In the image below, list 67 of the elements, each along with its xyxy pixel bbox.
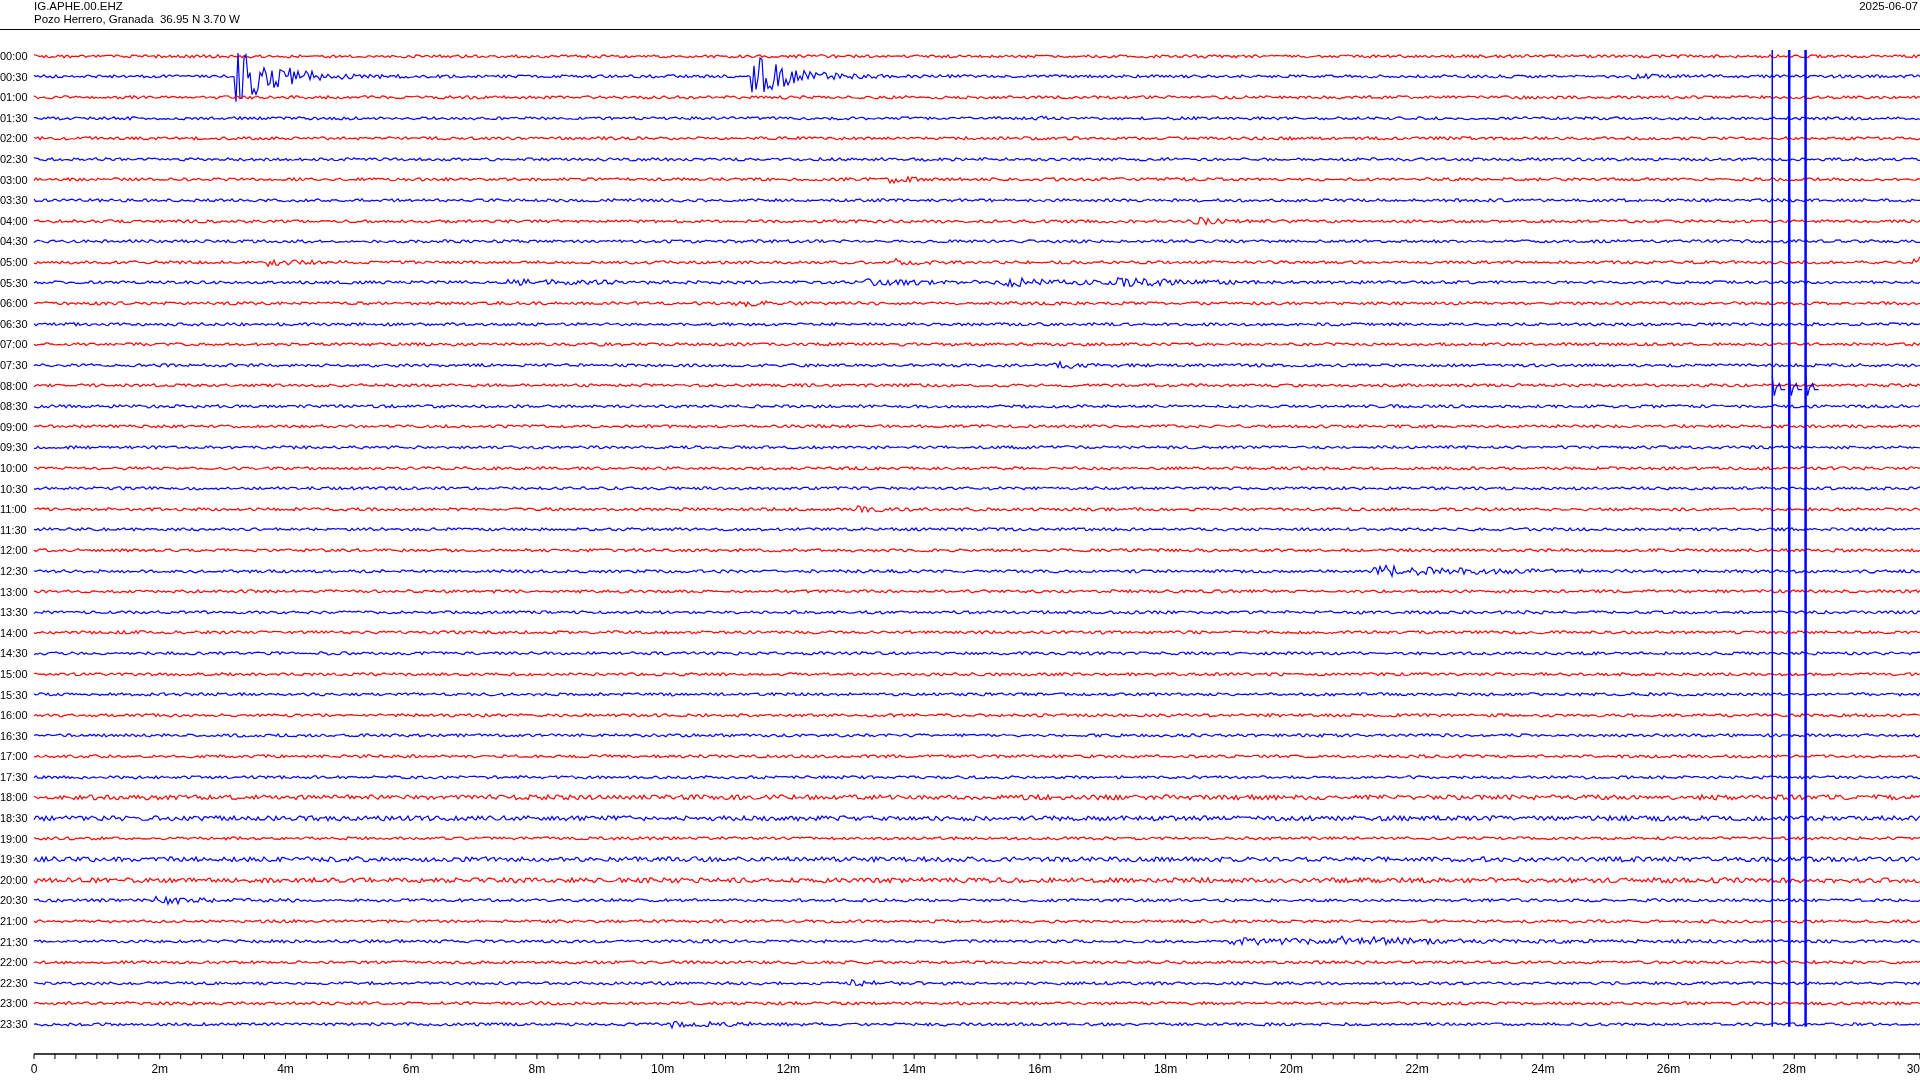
time-label: 02:30 (0, 153, 29, 166)
time-label: 12:00 (0, 544, 29, 557)
time-label: 00:30 (0, 70, 29, 83)
time-label: 20:30 (0, 894, 29, 907)
time-label: 23:30 (0, 1018, 29, 1030)
time-label: 04:30 (0, 235, 29, 248)
time-label: 16:30 (0, 729, 29, 742)
time-label: 09:30 (0, 441, 29, 454)
axis-tick-label: 26m (1656, 1062, 1681, 1077)
time-label: 10:00 (0, 461, 29, 474)
time-label: 03:00 (0, 173, 29, 186)
time-label: 18:30 (0, 812, 29, 825)
time-label: 16:00 (0, 709, 29, 722)
time-label: 19:30 (0, 853, 29, 866)
axis-tick-label: 28m (1782, 1062, 1806, 1077)
time-label: 13:00 (0, 585, 29, 598)
time-label: 18:00 (0, 791, 29, 804)
time-label: 02:00 (0, 132, 29, 145)
time-label: 01:00 (0, 91, 29, 104)
time-label: 04:00 (0, 214, 29, 227)
station-code: IG.APHE.00.EHZ (34, 0, 124, 13)
time-label: 17:00 (0, 750, 29, 763)
time-label: 07:30 (0, 359, 29, 371)
axis-tick-label: 2m (151, 1062, 169, 1077)
axis-tick-label: 24m (1531, 1062, 1555, 1077)
time-label: 12:30 (0, 564, 29, 577)
time-label: 00:00 (0, 50, 29, 63)
axis-tick-label: 4m (277, 1062, 294, 1077)
time-label: 09:00 (0, 420, 29, 433)
time-label: 14:30 (0, 647, 29, 660)
time-label: 20:00 (0, 873, 29, 886)
time-label: 14:00 (0, 626, 29, 639)
time-label: 15:30 (0, 688, 29, 701)
time-label: 21:30 (0, 935, 29, 948)
axis-tick-label: 22m (1405, 1062, 1429, 1077)
axis-tick-label: 12m (776, 1062, 801, 1077)
time-label: 17:30 (0, 770, 29, 783)
time-label: 08:30 (0, 400, 29, 413)
time-label: 15:00 (0, 667, 29, 680)
axis-tick-label: 6m (402, 1062, 420, 1077)
axis-tick-label: 16m (1028, 1062, 1052, 1077)
time-label: 10:30 (0, 482, 29, 495)
time-label: 01:30 (0, 111, 29, 124)
time-label: 11:00 (0, 503, 28, 516)
time-label: 23:00 (0, 997, 29, 1010)
time-label: 07:00 (0, 338, 29, 351)
time-label: 19:00 (0, 832, 29, 845)
time-label: 08:00 (0, 379, 29, 392)
station-location: Pozo Herrero, Granada 36.95 N 3.70 W (34, 13, 240, 26)
time-label: 06:00 (0, 297, 29, 310)
axis-tick-label: 18m (1153, 1062, 1178, 1077)
time-label: 13:30 (0, 606, 29, 619)
axis-tick-label: 8m (528, 1062, 546, 1077)
time-label: 22:00 (0, 956, 29, 969)
time-label: 11:30 (0, 523, 28, 536)
axis-tick-label: 14m (902, 1062, 926, 1077)
time-label: 21:00 (0, 915, 29, 928)
record-date: 2025-06-07 (1859, 0, 1918, 14)
time-label: 06:30 (0, 317, 29, 330)
time-label: 05:00 (0, 256, 29, 269)
time-label: 05:30 (0, 276, 29, 289)
time-label: 22:30 (0, 976, 29, 989)
axis-tick-label: 10m (651, 1062, 675, 1077)
axis-tick-label: 30 (1906, 1062, 1920, 1077)
axis-tick-label: 0 (30, 1062, 38, 1077)
time-label: 03:30 (0, 194, 29, 207)
axis-tick-label: 20m (1279, 1062, 1303, 1077)
